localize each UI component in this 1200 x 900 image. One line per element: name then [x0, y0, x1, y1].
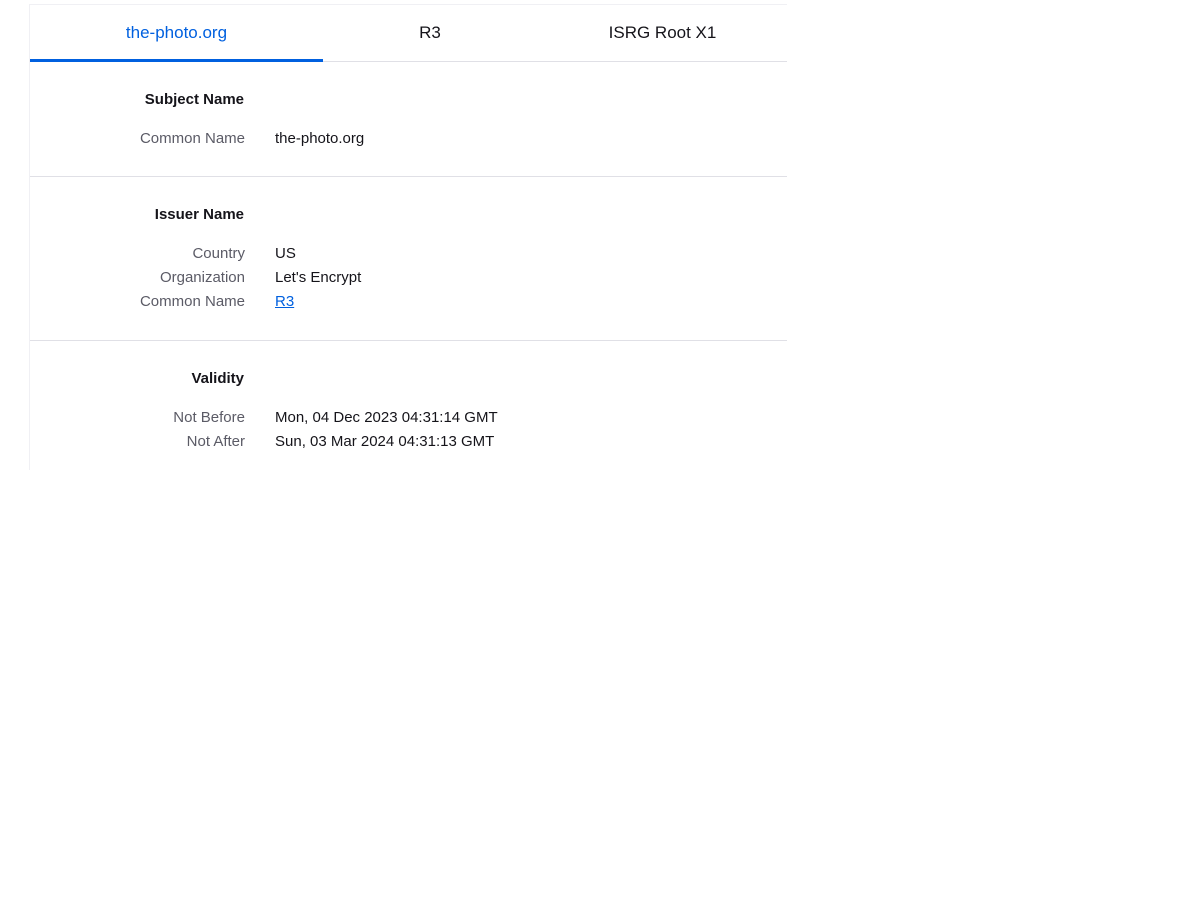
- issuer-country-row: Country US: [30, 245, 788, 269]
- validity-not-before-row: Not Before Mon, 04 Dec 2023 04:31:14 GMT: [30, 409, 788, 433]
- validity-not-after-row: Not After Sun, 03 Mar 2024 04:31:13 GMT: [30, 433, 788, 457]
- field-value: R3: [275, 293, 294, 310]
- section-title-validity: Validity: [191, 370, 244, 387]
- field-value: US: [275, 245, 296, 262]
- field-label: Common Name: [139, 293, 245, 310]
- certificate-viewer: the-photo.org R3 ISRG Root X1 Subject Na…: [29, 4, 787, 470]
- section-title-subject-name: Subject Name: [144, 91, 244, 108]
- field-label: Not After: [186, 433, 245, 450]
- validity-section: Validity Not Before Mon, 04 Dec 2023 04:…: [30, 341, 787, 471]
- issuer-organization-row: Organization Let's Encrypt: [30, 269, 788, 293]
- subject-common-name-row: Common Name the-photo.org: [30, 130, 788, 154]
- section-title-issuer-name: Issuer Name: [154, 206, 244, 223]
- field-value: the-photo.org: [275, 130, 365, 147]
- field-value: Let's Encrypt: [275, 269, 362, 286]
- tab-the-photo-org[interactable]: the-photo.org: [30, 5, 323, 62]
- issuer-name-section: Issuer Name Country US Organization Let'…: [30, 177, 787, 341]
- field-label: Organization: [159, 269, 245, 286]
- field-label: Not Before: [173, 409, 245, 426]
- tab-r3[interactable]: R3: [323, 5, 537, 61]
- tab-isrg-root-x1[interactable]: ISRG Root X1: [537, 5, 788, 61]
- issuer-r3-link[interactable]: R3: [275, 293, 294, 310]
- field-value: Mon, 04 Dec 2023 04:31:14 GMT: [275, 409, 498, 426]
- issuer-common-name-row: Common Name R3: [30, 293, 788, 317]
- subject-name-section: Subject Name Common Name the-photo.org: [30, 62, 787, 177]
- field-value: Sun, 03 Mar 2024 04:31:13 GMT: [275, 433, 495, 450]
- certificate-tabs: the-photo.org R3 ISRG Root X1: [30, 5, 787, 62]
- field-label: Common Name: [139, 130, 245, 147]
- field-label: Country: [192, 245, 245, 262]
